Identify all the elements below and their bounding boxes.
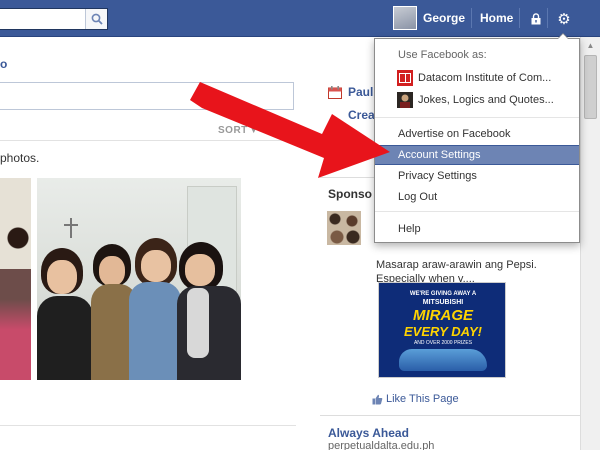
ad-title-link[interactable]: Always Ahead [328,426,409,440]
search-icon [91,13,103,25]
ad-url: perpetualdalta.edu.ph [328,440,435,450]
page-name: Jokes, Logics and Quotes... [418,94,554,106]
ad-banner-line: MITSUBISHI [422,299,464,306]
account-settings-menu-item[interactable]: Account Settings [375,145,579,165]
ad-banner-headline: EVERY DAY! [403,324,483,339]
sort-label: SORT [218,125,248,136]
dropdown-notch [558,34,568,39]
ad-banner-headline: MIRAGE [413,307,473,324]
use-as-page-item[interactable]: Jokes, Logics and Quotes... [397,90,575,110]
like-page-link[interactable]: Like This Page [372,393,459,405]
page-logo-icon [397,70,413,86]
car-image [399,349,487,371]
topbar-separator [547,8,548,28]
lock-icon [531,12,541,24]
topbar-separator [471,8,472,28]
use-facebook-as-heading: Use Facebook as: [398,49,487,61]
menu-separator [375,117,579,118]
divider [320,415,580,416]
sponsored-heading: Sponso [328,187,372,201]
advertise-menu-item[interactable]: Advertise on Facebook [375,124,579,144]
ad-banner-image[interactable]: WE'RE GIVING AWAY A MITSUBISHI MIRAGE EV… [378,282,506,378]
ad-thumbnail[interactable] [327,211,361,245]
photo-thumbnail[interactable] [0,178,31,380]
log-out-menu-item[interactable]: Log Out [375,187,579,207]
top-bar: George Home ⚙ [0,0,600,37]
thumbs-up-icon [372,394,383,404]
vertical-scrollbar[interactable]: ▲ [580,37,600,450]
use-as-page-item[interactable]: Datacom Institute of Com... [397,68,575,88]
sort-button[interactable]: SORT ▼ [218,125,258,136]
divider [0,425,296,426]
home-link[interactable]: Home [480,11,513,25]
event-icon [328,86,342,99]
left-column-link[interactable]: o [0,57,7,71]
search-button[interactable] [85,9,107,29]
privacy-settings-menu-item[interactable]: Privacy Settings [375,166,579,186]
divider [0,140,296,141]
create-link[interactable]: Crea [348,108,375,122]
account-dropdown-menu: Use Facebook as: Datacom Institute of Co… [374,33,580,243]
status-input[interactable] [0,82,294,110]
search-input[interactable] [0,8,108,30]
page-avatar-icon [397,92,413,108]
ad-banner-line: WE'RE GIVING AWAY A [409,291,477,297]
privacy-shortcuts-button[interactable] [526,9,546,28]
right-column-link[interactable]: Paul [348,85,373,99]
photo-group-picture[interactable] [37,178,241,380]
menu-separator [375,211,579,212]
scroll-thumb[interactable] [584,55,597,119]
profile-avatar[interactable] [393,6,417,30]
story-text: photos. [0,151,40,165]
ad-banner-line: AND OVER 2000 PRIZES [413,340,473,346]
topbar-separator [519,8,520,28]
scroll-up-arrow[interactable]: ▲ [581,37,600,53]
gear-icon: ⚙ [557,11,571,28]
like-page-label: Like This Page [386,393,459,405]
page-name: Datacom Institute of Com... [418,72,552,84]
help-menu-item[interactable]: Help [375,219,579,239]
account-menu-button[interactable]: ⚙ [553,8,575,30]
chevron-down-icon: ▼ [249,126,259,135]
profile-name-link[interactable]: George [423,11,465,25]
